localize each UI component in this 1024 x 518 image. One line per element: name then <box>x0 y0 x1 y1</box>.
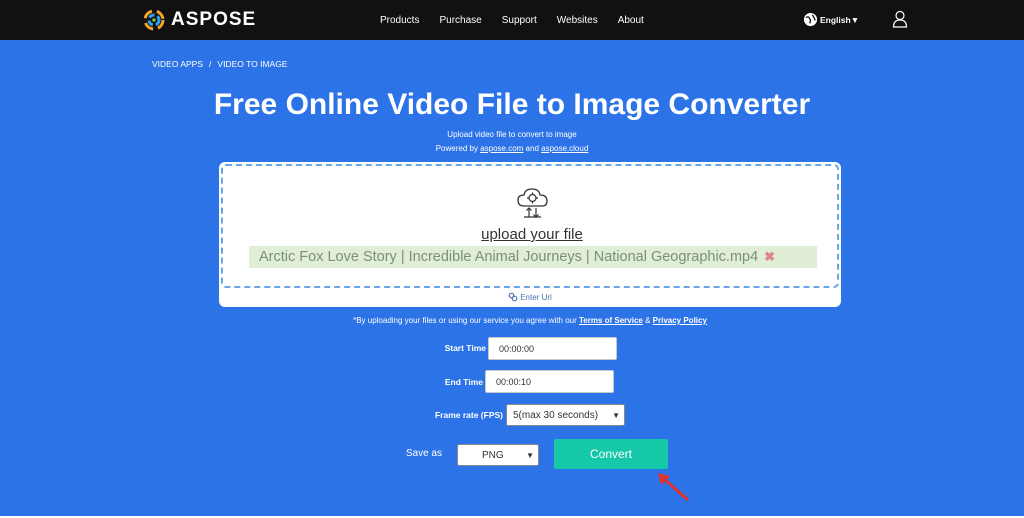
main-nav: Products Purchase Support Websites About <box>370 0 654 40</box>
chevron-down-icon: ▼ <box>526 450 534 460</box>
agreement-amp: & <box>642 316 653 325</box>
breadcrumb: VIDEO APPS / VIDEO TO IMAGE <box>152 59 293 69</box>
language-label: English▼ <box>820 14 860 25</box>
frame-rate-value: 5(max 30 seconds) <box>513 409 599 421</box>
enter-url-link[interactable]: Enter Url <box>219 292 841 302</box>
start-time-label: Start Time <box>444 343 486 353</box>
powered-by: Powered by aspose.com and aspose.cloud <box>0 144 1024 153</box>
terms-link[interactable]: Terms of Service <box>579 316 643 325</box>
selected-file-name: Arctic Fox Love Story | Incredible Anima… <box>259 249 759 265</box>
red-arrow-annotation-icon <box>658 473 689 502</box>
language-selector[interactable]: English▼ <box>803 12 859 27</box>
nav-support[interactable]: Support <box>502 15 537 26</box>
aspose-cloud-link[interactable]: aspose.cloud <box>541 144 588 153</box>
top-navbar: ASPOSE Products Purchase Support Website… <box>0 0 1024 40</box>
cloud-upload-icon <box>517 188 548 218</box>
frame-rate-select[interactable]: 5(max 30 seconds) ▼ <box>506 404 625 426</box>
hero-section: VIDEO APPS / VIDEO TO IMAGE Free Online … <box>0 40 1024 516</box>
page-title: Free Online Video File to Image Converte… <box>213 88 811 121</box>
aspose-com-link[interactable]: aspose.com <box>480 144 523 153</box>
nav-websites[interactable]: Websites <box>557 15 598 26</box>
powered-prefix: Powered by <box>435 144 481 153</box>
remove-file-icon[interactable]: ✖ <box>764 249 775 265</box>
powered-and: and <box>523 144 542 153</box>
chevron-down-icon: ▼ <box>612 410 620 420</box>
brand-name: ASPOSE <box>171 9 257 30</box>
save-as-value: PNG <box>482 449 504 461</box>
start-time-input[interactable]: 00:00:00 <box>488 337 617 360</box>
save-as-select[interactable]: PNG ▼ <box>457 444 539 466</box>
nav-purchase[interactable]: Purchase <box>439 15 481 26</box>
convert-button[interactable]: Convert <box>554 439 668 469</box>
nav-about[interactable]: About <box>618 15 644 26</box>
upload-dropzone[interactable]: upload your file Arctic Fox Love Story |… <box>221 164 839 288</box>
breadcrumb-video-apps[interactable]: VIDEO APPS <box>152 59 203 69</box>
breadcrumb-video-to-image[interactable]: VIDEO TO IMAGE <box>217 59 287 69</box>
upload-card: upload your file Arctic Fox Love Story |… <box>219 162 841 307</box>
selected-file-chip: Arctic Fox Love Story | Incredible Anima… <box>249 246 817 268</box>
aspose-logo[interactable]: ASPOSE <box>143 9 256 31</box>
aspose-logo-icon <box>143 9 165 31</box>
agreement-text: *By uploading your files or using our se… <box>0 316 1024 325</box>
upload-file-link[interactable]: upload your file <box>223 226 841 243</box>
enter-url-label: Enter Url <box>520 292 552 302</box>
save-as-label: Save as <box>405 448 442 459</box>
frame-rate-label: Frame rate (FPS) <box>434 410 503 420</box>
end-time-input[interactable]: 00:00:10 <box>485 370 614 393</box>
page-subtitle: Upload video file to convert to image <box>447 130 577 139</box>
nav-products[interactable]: Products <box>380 15 419 26</box>
end-time-label: End Time <box>444 377 483 387</box>
privacy-link[interactable]: Privacy Policy <box>653 316 707 325</box>
globe-icon <box>803 12 818 27</box>
user-icon[interactable] <box>892 10 908 28</box>
agreement-prefix: *By uploading your files or using our se… <box>353 316 579 325</box>
breadcrumb-separator: / <box>209 59 212 69</box>
link-icon <box>508 292 518 302</box>
